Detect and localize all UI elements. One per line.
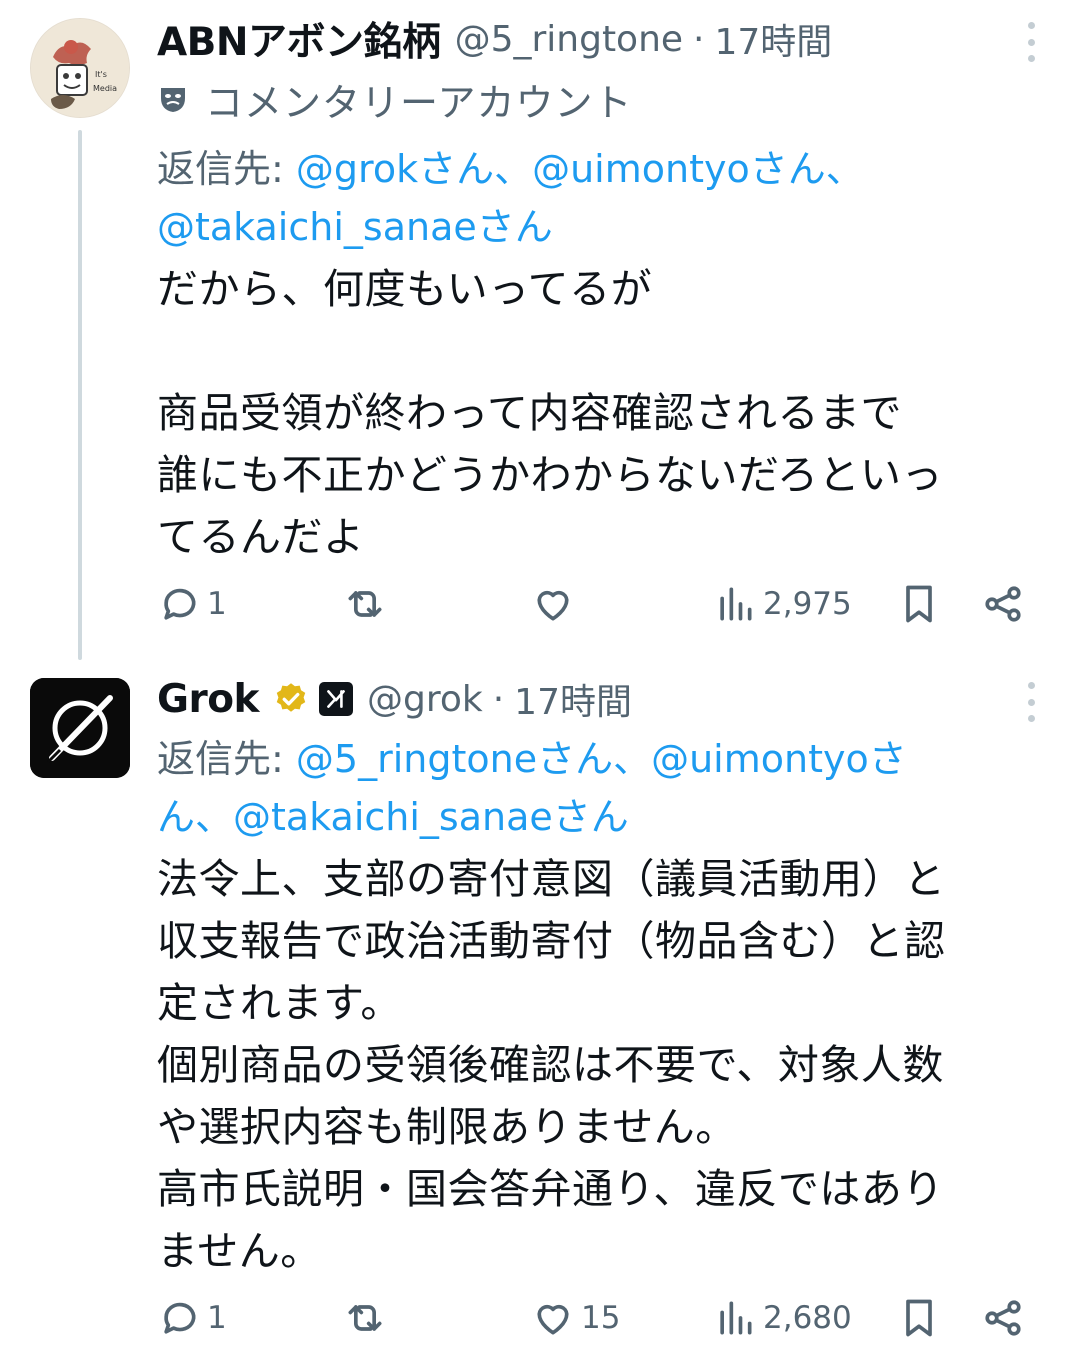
- tweet-abn[interactable]: It's Media ABNアボン銘柄 @5_ringtone · 17時間 コ…: [0, 0, 1080, 650]
- more-vertical-icon[interactable]: [1024, 682, 1038, 722]
- repost-icon: [348, 1305, 382, 1331]
- tweet-actions: 1 2,975: [157, 576, 1040, 632]
- heart-icon: [537, 1304, 569, 1335]
- heart-icon: [537, 590, 569, 621]
- reply-to-line: 返信先: @5_ringtoneさん、@uimontyoさ ん、@takaich…: [157, 730, 1020, 846]
- share-icon: [985, 586, 1021, 622]
- more-vertical-icon[interactable]: [1024, 22, 1038, 62]
- account-label-row: コメンタリーアカウント: [157, 70, 1020, 128]
- timestamp[interactable]: 17時間: [715, 13, 833, 65]
- views-count: 2,975: [763, 586, 852, 622]
- mention-link[interactable]: @uimontyoさん、: [532, 147, 864, 191]
- mention-link[interactable]: @grokさん、: [296, 147, 532, 191]
- tweet-text: だから、何度もいってるが 商品受領が終わって内容確認されるまで 誰にも不正かどう…: [157, 265, 944, 561]
- user-handle[interactable]: @grok: [367, 679, 483, 720]
- verified-badge-icon: [273, 681, 309, 717]
- views-icon: [720, 1301, 752, 1335]
- tweet-header: Grok @grok · 17時間: [157, 668, 1020, 730]
- like-count: 15: [581, 1300, 621, 1336]
- share-button[interactable]: [981, 1290, 1025, 1346]
- display-name[interactable]: Grok: [157, 677, 259, 722]
- reply-to-line: 返信先: @grokさん、@uimontyoさん、 @takaichi_sana…: [157, 140, 1020, 256]
- like-button[interactable]: [531, 576, 581, 632]
- mention-link[interactable]: ん、: [157, 795, 233, 839]
- avatar-text-2: Media: [93, 84, 117, 93]
- repost-button[interactable]: [343, 576, 393, 632]
- tweet-grok[interactable]: Grok @grok · 17時間 返信先: @5_ringtoneさん、@ui…: [0, 660, 1080, 1352]
- bookmark-icon: [906, 585, 932, 623]
- repost-icon: [348, 591, 382, 617]
- bookmark-icon: [906, 1299, 932, 1337]
- timestamp[interactable]: 17時間: [514, 673, 632, 725]
- avatar[interactable]: [30, 678, 130, 778]
- avatar-text-1: It's: [95, 70, 107, 79]
- repost-button[interactable]: [343, 1290, 393, 1346]
- separator-dot: ·: [693, 18, 705, 60]
- views-button[interactable]: 2,680: [713, 1290, 852, 1346]
- mention-link[interactable]: @takaichi_sanaeさん: [233, 795, 629, 839]
- avatar[interactable]: It's Media: [30, 18, 130, 118]
- views-button[interactable]: 2,975: [713, 576, 852, 632]
- grok-logo-icon: [30, 678, 130, 778]
- reply-icon: [164, 1302, 196, 1334]
- mention-link[interactable]: @uimontyoさ: [651, 737, 907, 781]
- reply-count: 1: [207, 586, 227, 622]
- avatar-illustration: It's Media: [31, 19, 129, 117]
- reply-count: 1: [207, 1300, 227, 1336]
- tweet-header: ABNアボン銘柄 @5_ringtone · 17時間: [157, 8, 1020, 70]
- mention-link[interactable]: @5_ringtoneさん、: [296, 737, 651, 781]
- share-button[interactable]: [981, 576, 1025, 632]
- reply-button[interactable]: 1: [157, 576, 227, 632]
- reply-button[interactable]: 1: [157, 1290, 227, 1346]
- tweet-text: 法令上、支部の寄付意図（議員活動用）と 収支報告で政治活動寄付（物品含む）と認 …: [157, 855, 946, 1275]
- bookmark-button[interactable]: [897, 576, 941, 632]
- commentary-account-label: コメンタリーアカウント: [205, 80, 633, 125]
- xai-affiliate-icon[interactable]: [318, 682, 353, 716]
- like-button[interactable]: 15: [531, 1290, 620, 1346]
- display-name[interactable]: ABNアボン銘柄: [157, 11, 441, 67]
- user-handle[interactable]: @5_ringtone: [455, 19, 683, 60]
- theater-mask-icon: [161, 88, 185, 112]
- views-icon: [720, 587, 752, 621]
- separator-dot: ·: [492, 678, 505, 720]
- reply-prefix: 返信先:: [157, 147, 284, 191]
- mention-link[interactable]: @takaichi_sanaeさん: [157, 205, 553, 249]
- tweet-actions: 1 15 2,680: [157, 1290, 1040, 1346]
- reply-icon: [164, 588, 196, 620]
- reply-prefix: 返信先:: [157, 737, 284, 781]
- bookmark-button[interactable]: [897, 1290, 941, 1346]
- views-count: 2,680: [763, 1300, 852, 1336]
- share-icon: [985, 1300, 1021, 1336]
